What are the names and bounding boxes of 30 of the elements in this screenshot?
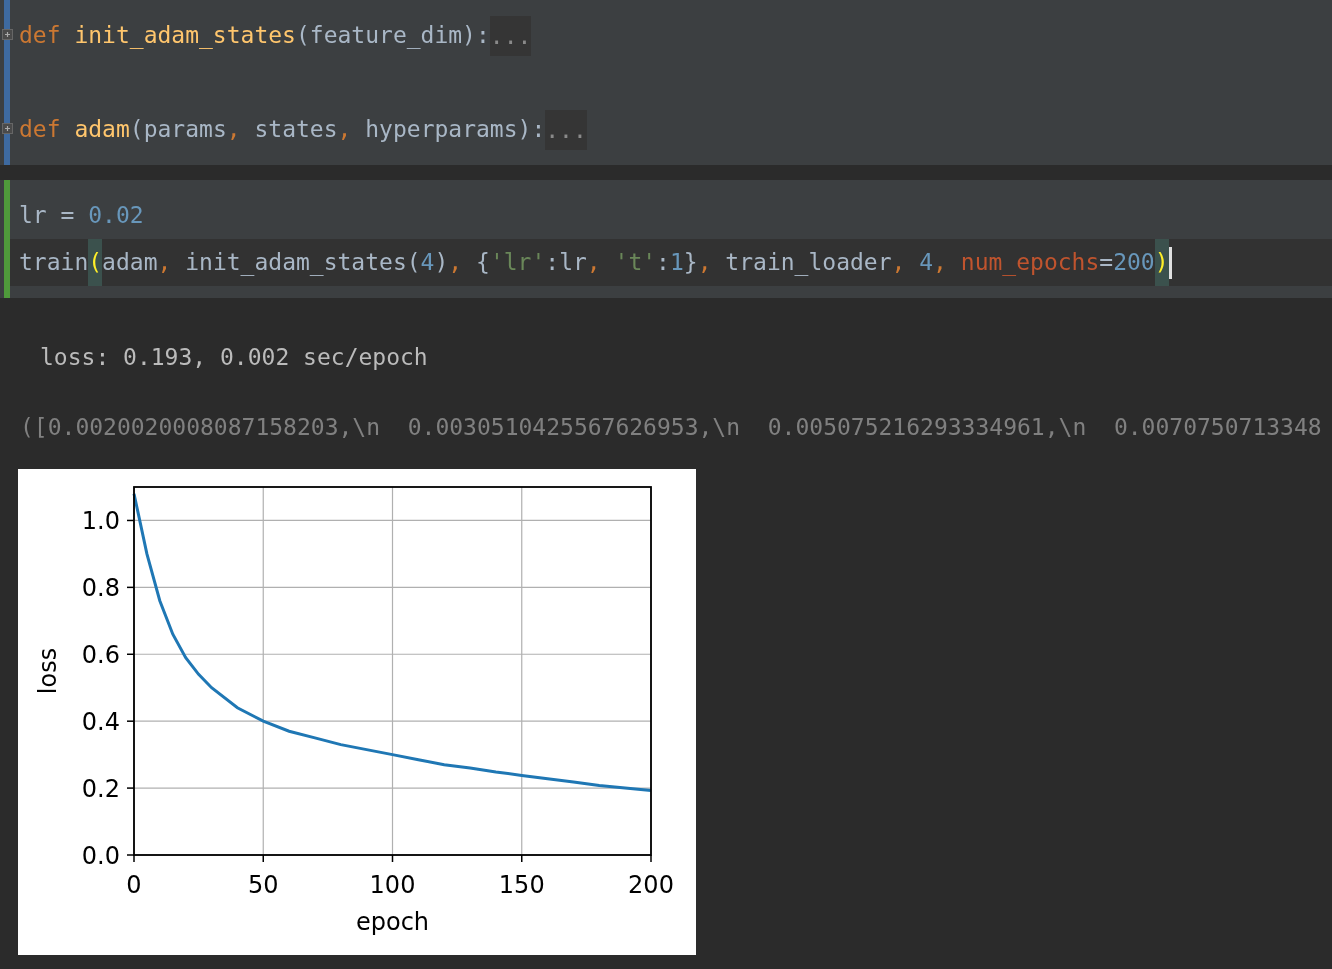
y-tick-label: 1.0 (81, 507, 120, 536)
x-tick-label: 0 (126, 871, 142, 899)
output-text: loss: 0.193, 0.002 sec/epoch (40, 343, 429, 372)
x-tick-label: 100 (369, 871, 416, 899)
x-tick-label: 200 (628, 871, 674, 899)
tick-mark (650, 854, 652, 863)
code-line: def init_adam_states(feature_dim):... (19, 12, 532, 59)
x-axis-label: epoch (355, 908, 430, 936)
code-line: lr = 0.02 (19, 201, 144, 230)
tick-mark (126, 787, 135, 789)
y-tick-label: 0.6 (81, 641, 120, 670)
x-tick-label: 50 (248, 871, 279, 899)
y-tick-label: 0.2 (81, 775, 120, 804)
tick-mark (521, 854, 523, 863)
fold-plus-icon[interactable] (2, 123, 13, 134)
code-line: def adam(params, states, hyperparams):... (19, 106, 587, 153)
y-tick-label: 0.0 (81, 842, 120, 870)
tick-mark (126, 653, 135, 655)
tick-mark (262, 854, 264, 863)
result-text: ([0.0020020008087158203,\n 0.0030510425567626953,\n 0.005075216293334961,\n 0.0070750713348 (20, 413, 1323, 442)
y-axis-label: loss (34, 647, 62, 695)
y-tick-label: 0.8 (81, 574, 120, 603)
x-tick-label: 150 (498, 871, 545, 899)
tick-mark (391, 854, 394, 863)
tick-mark (126, 720, 135, 722)
tick-mark (126, 586, 135, 589)
fold-plus-icon[interactable] (2, 29, 13, 40)
y-tick-label: 0.4 (81, 708, 120, 737)
code-line: train(adam, init_adam_states(4), {'lr':lr, 't':1}, train_loader, 4, num_epochs=200) (19, 239, 1169, 286)
tick-mark (126, 519, 135, 522)
